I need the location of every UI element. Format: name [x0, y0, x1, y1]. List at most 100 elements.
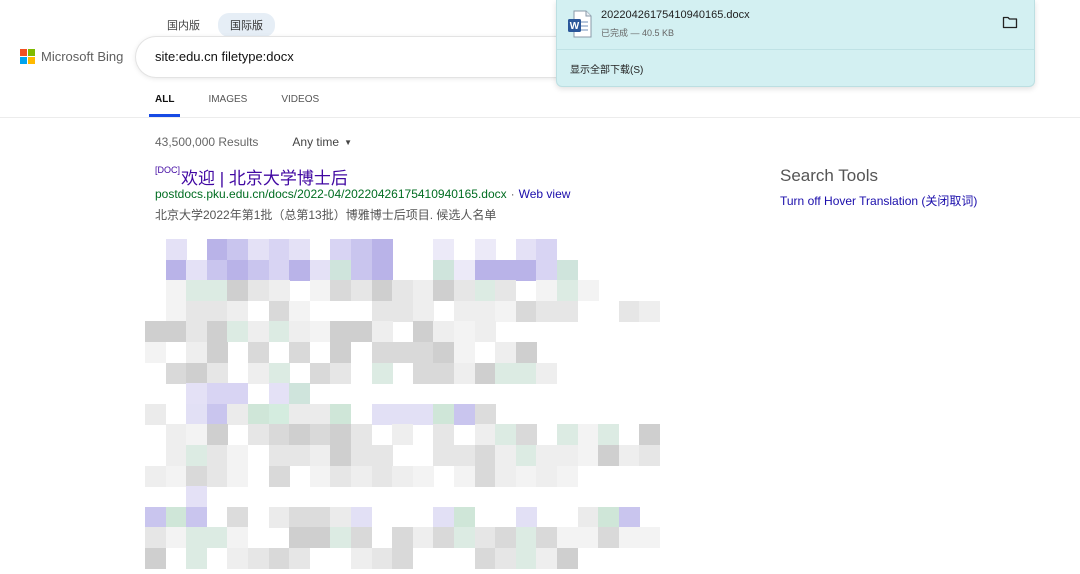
redaction-pixel — [330, 342, 352, 363]
show-all-downloads-link[interactable]: 显示全部下载(S) — [570, 61, 643, 76]
redaction-pixel — [474, 321, 496, 343]
redaction-pixel — [186, 280, 208, 302]
result-url-line: postdocs.pku.edu.cn/docs/2022-04/2022042… — [155, 187, 570, 201]
redaction-pixel — [206, 424, 228, 446]
redaction-pixel — [639, 445, 661, 466]
search-box[interactable] — [136, 37, 596, 77]
redaction-pixel — [186, 342, 208, 363]
redaction-pixel — [536, 465, 558, 487]
redaction-pixel — [474, 424, 496, 446]
redaction-pixel — [392, 465, 414, 487]
redaction-pixel — [227, 280, 249, 302]
hover-translation-link[interactable]: Turn off Hover Translation (关闭取词) — [780, 192, 977, 209]
redaction-pixel — [206, 342, 228, 363]
redaction-pixel — [557, 424, 578, 446]
tab-videos[interactable]: VIDEOS — [281, 94, 319, 117]
web-view-link[interactable]: Web view — [519, 187, 571, 201]
redaction-pixel — [206, 445, 228, 466]
redaction-pixel — [186, 383, 208, 405]
redaction-pixel — [515, 362, 537, 384]
tab-all[interactable]: ALL — [148, 94, 182, 117]
redaction-pixel — [351, 527, 372, 549]
redaction-pixel — [433, 321, 455, 343]
redaction-pixel — [206, 300, 228, 322]
redaction-pixel — [186, 321, 208, 343]
redaction-pixel — [351, 506, 372, 528]
redaction-pixel — [145, 548, 166, 569]
redaction-pixel — [227, 548, 249, 569]
redaction-pixel — [330, 424, 352, 446]
redaction-pixel — [309, 465, 331, 487]
download-file-name[interactable]: 20220426175410940165.docx — [601, 9, 750, 21]
redaction-pixel — [371, 259, 393, 281]
redaction-pixel — [227, 403, 249, 425]
redaction-pixel — [412, 403, 434, 425]
redaction-pixel — [289, 445, 311, 466]
redaction-pixel — [412, 465, 434, 487]
redaction-pixel — [577, 445, 599, 466]
search-input[interactable] — [155, 49, 575, 64]
redaction-pixel — [433, 527, 455, 549]
brand-name: Microsoft Bing — [41, 49, 124, 64]
redaction-pixel — [268, 280, 290, 302]
redaction-pixel — [351, 465, 372, 487]
redaction-pixel — [165, 445, 187, 466]
redaction-pixel — [227, 300, 249, 322]
redaction-pixel — [433, 506, 455, 528]
region-international[interactable]: 国际版 — [218, 13, 275, 37]
redaction-pixel — [351, 445, 372, 466]
redaction-pixel — [248, 342, 269, 363]
redaction-pixel — [495, 548, 517, 569]
word-doc-icon[interactable]: W — [568, 10, 592, 38]
redaction-pixel — [248, 548, 269, 569]
redaction-pixel — [248, 403, 269, 425]
redaction-pixel — [639, 424, 661, 446]
redaction-pixel — [618, 527, 640, 549]
redaction-pixel — [412, 342, 434, 363]
caret-down-icon: ▼ — [344, 138, 353, 148]
tab-images[interactable]: IMAGES — [208, 94, 247, 117]
folder-icon[interactable] — [1002, 15, 1018, 29]
time-filter-dropdown[interactable]: Any time ▼ — [292, 135, 352, 149]
bing-logo[interactable]: Microsoft Bing — [20, 49, 123, 64]
redaction-pixel — [371, 548, 393, 569]
pixelated-redaction — [145, 239, 685, 569]
redaction-pixel — [371, 239, 393, 260]
redaction-pixel — [268, 465, 290, 487]
redaction-pixel — [515, 342, 537, 363]
redaction-pixel — [351, 424, 372, 446]
redaction-pixel — [557, 259, 578, 281]
redaction-pixel — [474, 548, 496, 569]
redaction-pixel — [454, 259, 475, 281]
redaction-pixel — [165, 300, 187, 322]
redaction-pixel — [433, 342, 455, 363]
redaction-pixel — [412, 321, 434, 343]
redaction-pixel — [268, 300, 290, 322]
redaction-pixel — [371, 321, 393, 343]
redaction-pixel — [330, 259, 352, 281]
redaction-pixel — [145, 465, 166, 487]
region-domestic[interactable]: 国内版 — [155, 13, 212, 37]
redaction-pixel — [392, 280, 414, 302]
redaction-pixel — [248, 321, 269, 343]
redaction-pixel — [392, 424, 414, 446]
redaction-pixel — [495, 280, 517, 302]
redaction-pixel — [309, 321, 331, 343]
redaction-pixel — [454, 280, 475, 302]
result-url[interactable]: postdocs.pku.edu.cn/docs/2022-04/2022042… — [155, 187, 507, 201]
redaction-pixel — [495, 424, 517, 446]
redaction-pixel — [557, 445, 578, 466]
result-title-link[interactable]: [DOC]欢迎 | 北京大学博士后 — [155, 164, 348, 189]
redaction-pixel — [557, 548, 578, 569]
redaction-pixel — [165, 506, 187, 528]
redaction-pixel — [330, 321, 352, 343]
redaction-pixel — [371, 300, 393, 322]
redaction-pixel — [557, 465, 578, 487]
redaction-pixel — [268, 383, 290, 405]
redaction-pixel — [557, 527, 578, 549]
redaction-pixel — [433, 362, 455, 384]
redaction-pixel — [268, 403, 290, 425]
redaction-pixel — [186, 465, 208, 487]
redaction-pixel — [309, 280, 331, 302]
redaction-pixel — [536, 259, 558, 281]
